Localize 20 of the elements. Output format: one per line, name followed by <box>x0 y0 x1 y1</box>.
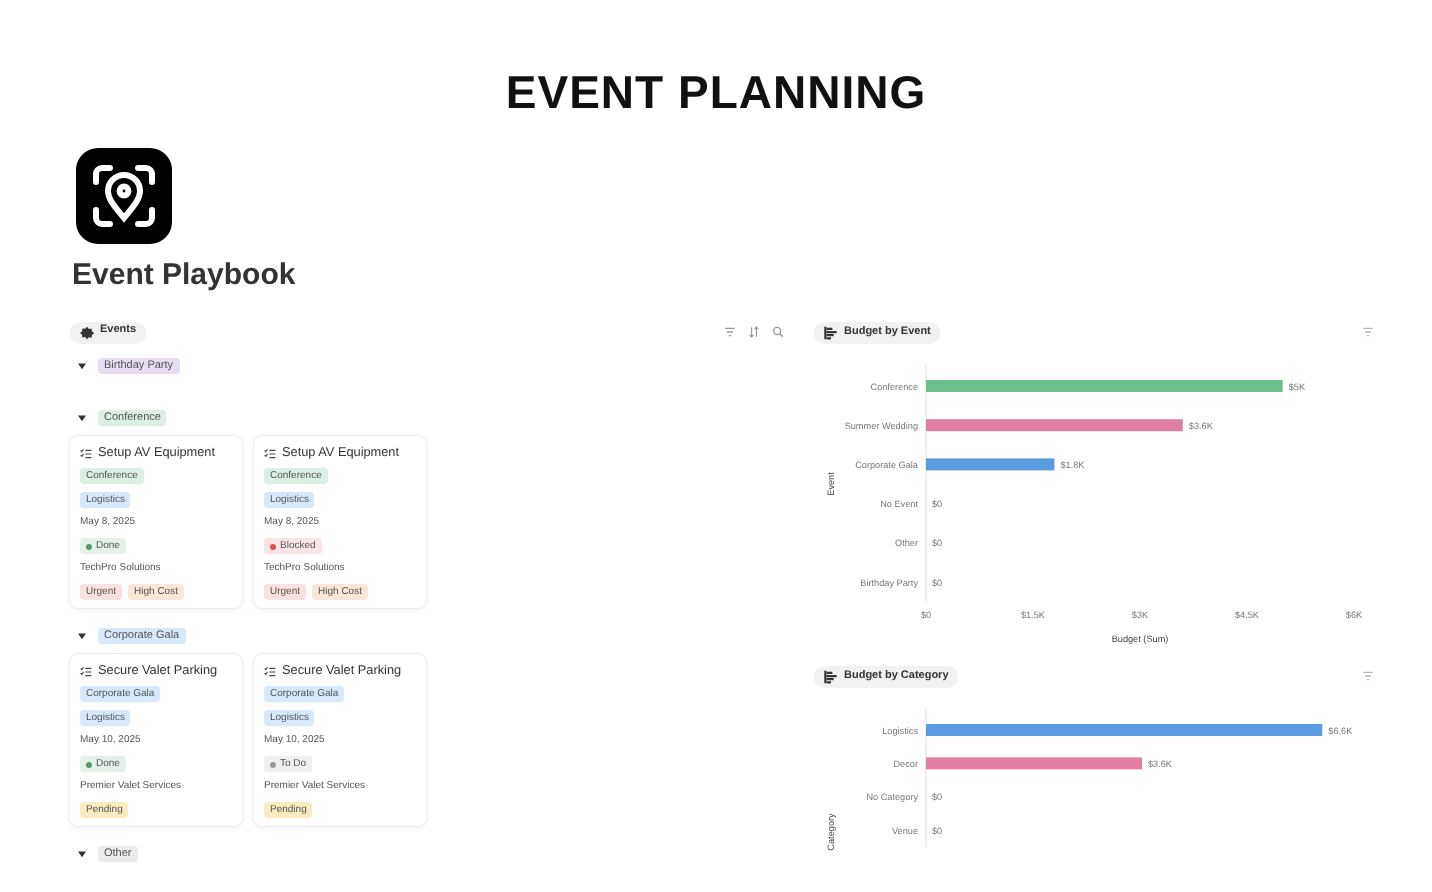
filter-icon[interactable] <box>1362 326 1374 338</box>
bar-chart-icon <box>824 325 838 339</box>
expand-triangle-icon[interactable] <box>78 632 86 640</box>
page-banner-title: EVENT PLANNING <box>503 64 929 120</box>
checklist-icon <box>80 447 92 459</box>
expand-triangle-icon[interactable] <box>78 850 86 858</box>
map-pin-scan-icon <box>76 148 172 244</box>
expand-triangle-icon[interactable] <box>78 362 86 370</box>
sort-icon[interactable] <box>748 326 760 338</box>
bar-chart-icon <box>824 669 838 683</box>
checklist-icon <box>264 447 276 459</box>
checklist-icon <box>264 665 276 677</box>
page-title: Event Playbook <box>72 256 298 296</box>
bar <box>926 458 1055 471</box>
expand-triangle-icon[interactable] <box>78 414 86 422</box>
blob-icon <box>80 325 94 339</box>
filter-icon[interactable] <box>1362 670 1374 682</box>
checklist-icon <box>80 665 92 677</box>
filter-icon[interactable] <box>724 326 736 338</box>
search-icon[interactable] <box>772 326 784 338</box>
